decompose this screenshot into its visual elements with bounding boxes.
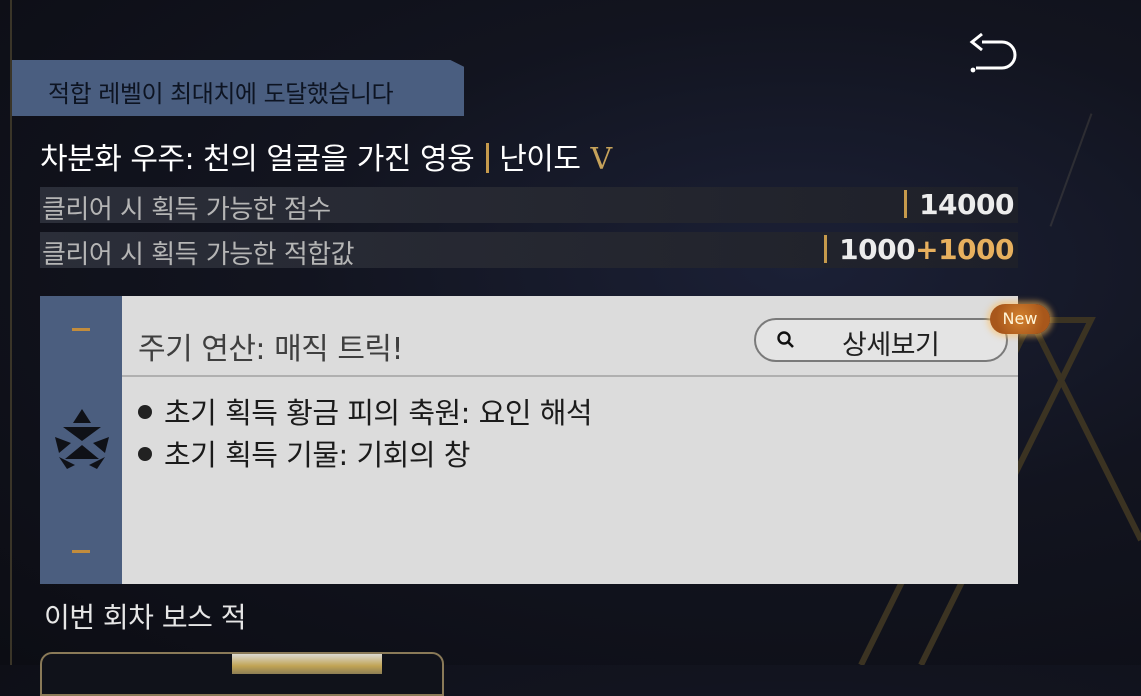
event-card-body: 주기 연산: 매직 트릭! 상세보기 New 초기 획득 황금 피의 축원: 요… xyxy=(122,296,1050,584)
difficulty-label: 난이도 xyxy=(499,142,581,177)
new-badge: New xyxy=(990,304,1050,334)
stat-row-fitness: 클리어 시 획득 가능한 적합값 1000+1000 xyxy=(40,232,1018,270)
boss-section-label: 이번 회차 보스 적 xyxy=(44,601,247,634)
stage-name: 차분화 우주: 천의 얼굴을 가진 영웅 xyxy=(40,142,475,177)
card-divider xyxy=(122,375,1018,377)
stat-number: 14000 xyxy=(919,188,1014,221)
stat-bonus: +1000 xyxy=(915,233,1014,266)
value-separator xyxy=(824,235,828,263)
list-item: 초기 획득 기물: 기회의 창 xyxy=(138,434,592,476)
event-card-sidebar xyxy=(40,296,122,584)
list-item: 초기 획득 황금 피의 축원: 요인 해석 xyxy=(138,392,593,434)
value-separator xyxy=(904,190,908,218)
details-button-label: 상세보기 xyxy=(842,330,940,361)
stat-number: 1000 xyxy=(839,233,916,266)
stat-value: 14000 xyxy=(904,188,1014,221)
search-icon xyxy=(777,331,794,348)
list-item-text: 초기 획득 황금 피의 축원: 요인 해석 xyxy=(164,396,593,430)
bullet-dot-icon xyxy=(138,405,152,419)
stat-value: 1000+1000 xyxy=(824,233,1014,266)
left-border-line xyxy=(10,0,12,665)
difficulty-value: V xyxy=(590,142,613,177)
title-separator xyxy=(486,143,490,173)
sidebar-dash-top xyxy=(72,328,90,331)
bullet-dot-icon xyxy=(138,447,152,461)
details-button[interactable]: 상세보기 xyxy=(754,318,1008,362)
event-title: 주기 연산: 매직 트릭! xyxy=(138,332,404,367)
path-emblem-icon xyxy=(55,409,109,469)
boss-portrait xyxy=(232,654,382,674)
max-level-banner: 적합 레벨이 최대치에 도달했습니다 xyxy=(12,60,464,116)
stat-label: 클리어 시 획득 가능한 점수 xyxy=(42,195,331,225)
sidebar-dash-bottom xyxy=(72,550,90,553)
background-streak xyxy=(1049,113,1093,227)
stat-row-score: 클리어 시 획득 가능한 점수 14000 xyxy=(40,187,1018,225)
event-bullet-list: 초기 획득 황금 피의 축원: 요인 해석 초기 획득 기물: 기회의 창 xyxy=(138,392,593,476)
banner-text: 적합 레벨이 최대치에 도달했습니다 xyxy=(48,80,394,108)
list-item-text: 초기 획득 기물: 기회의 창 xyxy=(164,438,470,472)
boss-card[interactable] xyxy=(40,652,444,696)
event-card: 주기 연산: 매직 트릭! 상세보기 New 초기 획득 황금 피의 축원: 요… xyxy=(40,296,1050,584)
back-button[interactable] xyxy=(968,30,1020,78)
stage-title: 차분화 우주: 천의 얼굴을 가진 영웅 난이도 V xyxy=(40,134,612,178)
return-arrow-icon xyxy=(969,32,1017,73)
stat-label: 클리어 시 획득 가능한 적합값 xyxy=(42,240,355,270)
